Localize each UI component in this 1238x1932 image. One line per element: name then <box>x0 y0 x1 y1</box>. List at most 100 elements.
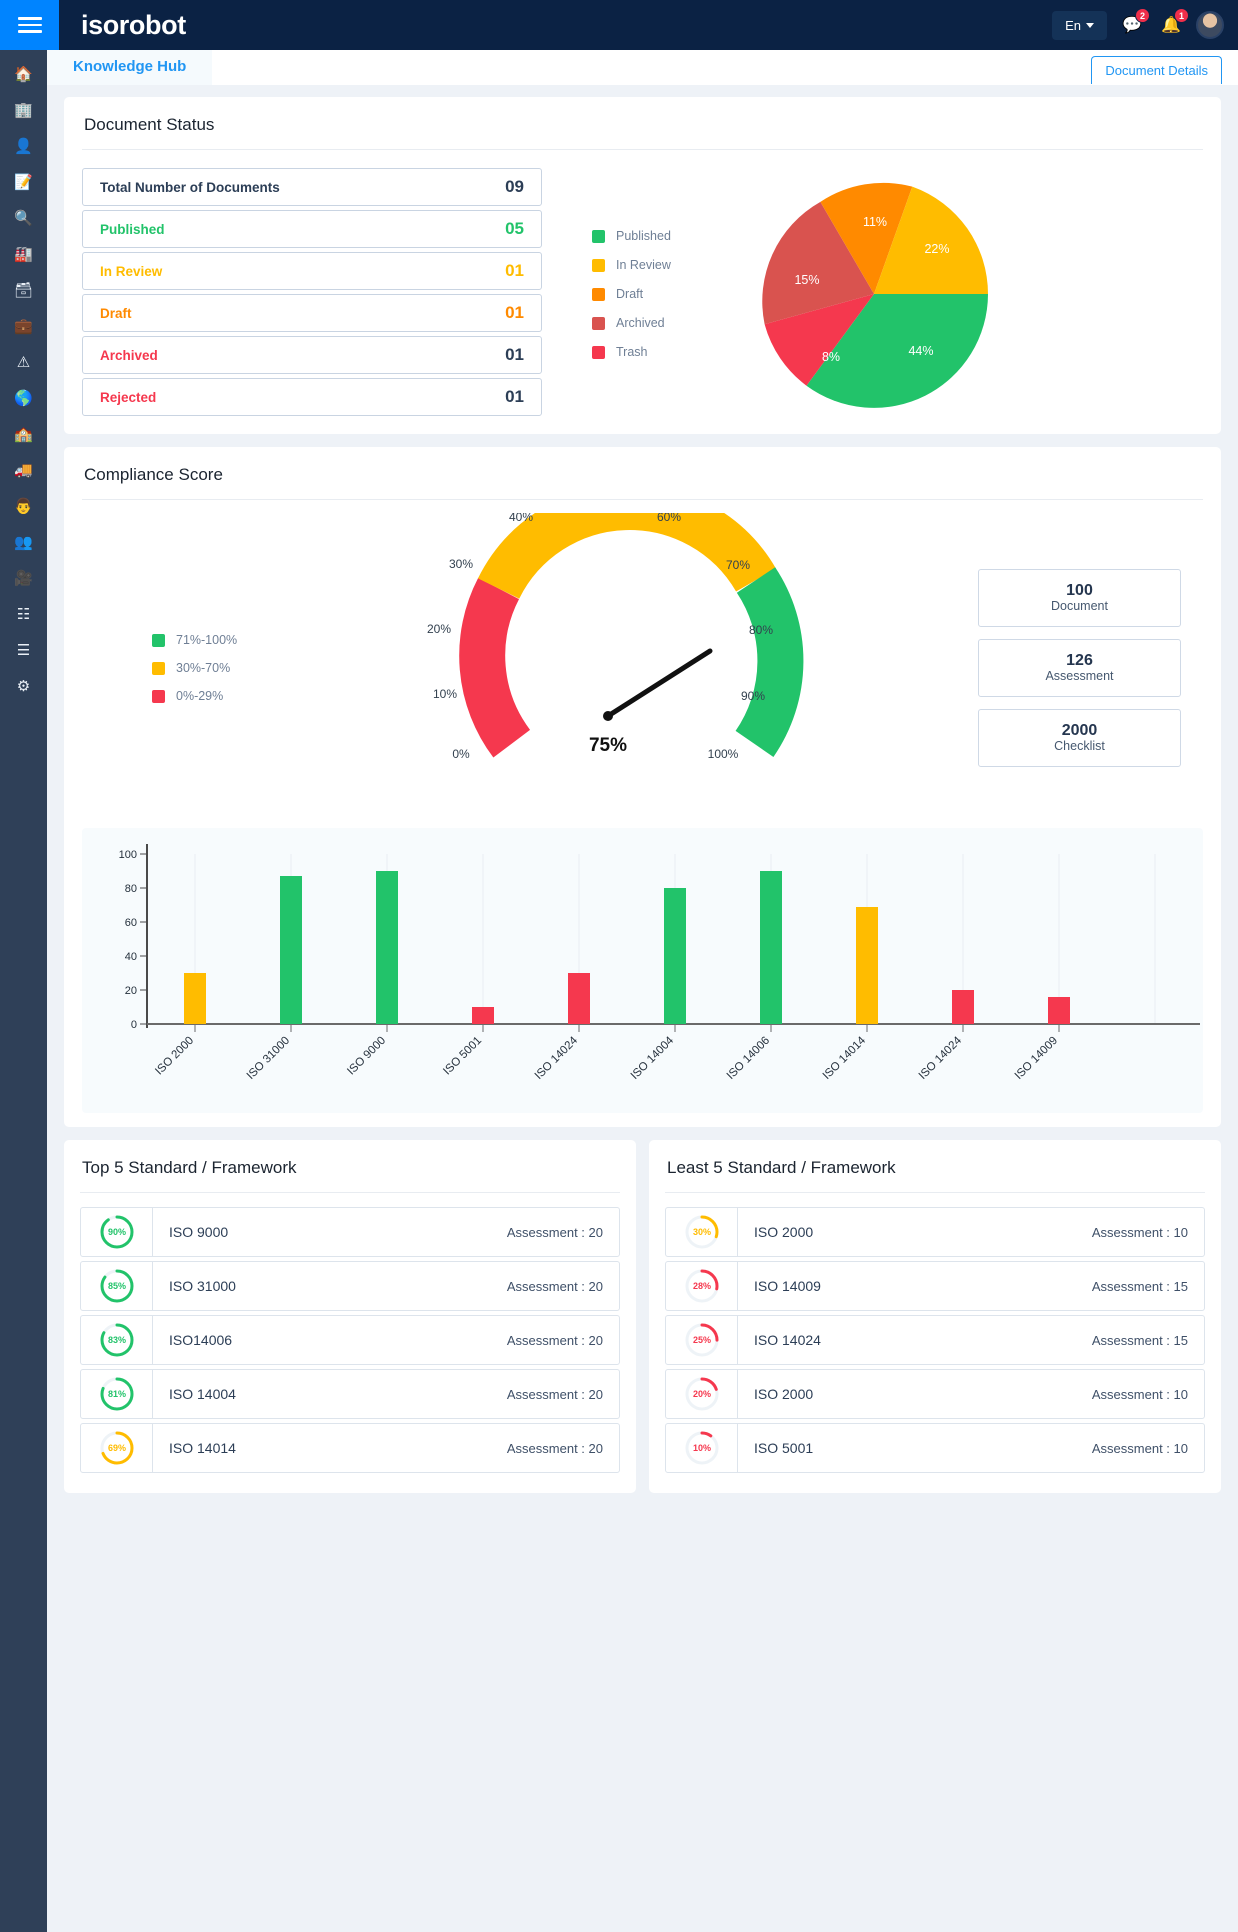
list-item[interactable]: 10% ISO 5001 Assessment : 10 <box>665 1423 1205 1473</box>
table-row[interactable]: Rejected 01 <box>82 378 542 416</box>
chat-badge: 2 <box>1135 8 1150 23</box>
sidebar-item-documents[interactable]: 🗃 <box>0 272 47 308</box>
notifications-button[interactable]: 🔔 1 <box>1157 8 1189 39</box>
tab-knowledge-hub[interactable]: Knowledge Hub <box>47 50 213 85</box>
document-status-list: Total Number of Documents 09 Published 0… <box>82 168 542 420</box>
language-selector[interactable]: En <box>1052 10 1107 40</box>
sidebar-item-training[interactable]: 🎥 <box>0 560 47 596</box>
document-status-body: Total Number of Documents 09 Published 0… <box>82 150 1203 420</box>
bar-iso-14014 <box>856 907 878 1024</box>
hamburger-menu-button[interactable] <box>0 0 59 50</box>
language-label: En <box>1065 17 1081 33</box>
svg-text:20: 20 <box>125 985 137 997</box>
list-item[interactable]: 30% ISO 2000 Assessment : 10 <box>665 1207 1205 1257</box>
list-item[interactable]: 28% ISO 14009 Assessment : 15 <box>665 1261 1205 1311</box>
legend-label: 30%-70% <box>176 661 231 675</box>
legend-swatch <box>152 633 165 647</box>
bar-iso-14006 <box>760 871 782 1024</box>
divider <box>665 1192 1205 1193</box>
chat-button[interactable]: 💬 2 <box>1118 8 1150 39</box>
top5-card: Top 5 Standard / Framework 90% ISO 9000 … <box>64 1140 636 1493</box>
x-tick-2: ISO 9000 <box>345 1035 388 1078</box>
avatar[interactable] <box>1196 11 1224 39</box>
assessment-count: Assessment : 10 <box>1091 1224 1188 1240</box>
x-tick-7: ISO 14014 <box>821 1034 869 1082</box>
assessment-count: Assessment : 20 <box>506 1386 603 1402</box>
ring-percent: 20% <box>692 1389 710 1399</box>
table-row[interactable]: In Review 01 <box>82 252 542 290</box>
sidebar-item-teams[interactable]: 👥 <box>0 524 47 560</box>
sidebar-item-operations[interactable]: 🏭 <box>0 236 47 272</box>
ring-svg: 81% <box>100 1377 133 1411</box>
pie-svg: 44% 8% 15% 11% 22% <box>762 182 988 408</box>
gauge-tick-30: 30% <box>448 557 472 571</box>
sidebar-item-home[interactable]: 🏠 <box>0 56 47 92</box>
list-item[interactable]: 81% ISO 14004 Assessment : 20 <box>80 1369 620 1419</box>
document-status-title: Document Status <box>84 115 215 134</box>
list-item[interactable]: 90% ISO 9000 Assessment : 20 <box>80 1207 620 1257</box>
bar-iso-14024b <box>952 990 974 1024</box>
list-icon: ☰ <box>16 642 31 659</box>
ring-percent: 28% <box>692 1281 710 1291</box>
list-item[interactable]: 85% ISO 31000 Assessment : 20 <box>80 1261 620 1311</box>
edit-list-icon: 📝 <box>14 174 33 191</box>
main-content: Document Status Total Number of Document… <box>47 85 1238 1932</box>
table-row[interactable]: Published 05 <box>82 210 542 248</box>
list-item: Published <box>592 229 732 243</box>
ring-percent: 10% <box>692 1443 710 1453</box>
gauge-tick-90: 90% <box>740 689 764 703</box>
table-row[interactable]: Total Number of Documents 09 <box>82 168 542 206</box>
progress-ring: 25% <box>666 1316 738 1364</box>
document-details-button[interactable]: Document Details <box>1091 56 1222 84</box>
list-item[interactable]: 83% ISO14006 Assessment : 20 <box>80 1315 620 1365</box>
sidebar-item-compliance[interactable]: 🌎 <box>0 380 47 416</box>
gauge-band-high <box>734 567 803 757</box>
sidebar-item-organization[interactable]: 🏢 <box>0 92 47 128</box>
compliance-score-card: Compliance Score 71%-100% 30%-70% 0%-29% <box>64 447 1221 1127</box>
assessment-count: Assessment : 20 <box>506 1278 603 1294</box>
list-item[interactable]: 20% ISO 2000 Assessment : 10 <box>665 1369 1205 1419</box>
pie-value-published: 44% <box>908 344 933 358</box>
assessment-count: Assessment : 20 <box>506 1224 603 1240</box>
document-status-pie-area: Published In Review Draft Archived Trash… <box>542 168 1203 420</box>
compliance-metrics: 100 Document 126 Assessment 2000 Checkli… <box>978 569 1203 767</box>
sidebar-item-tasks[interactable]: 📝 <box>0 164 47 200</box>
sidebar: 🏠 🏢 👤 📝 🔍 🏭 🗃 💼 ⚠ 🌎 🏫 🚚 👨 👥 🎥 ☷ ☰ ⚙ <box>0 50 47 1932</box>
bar-iso-5001 <box>472 1007 494 1024</box>
ring-percent: 30% <box>692 1227 710 1237</box>
metric-label: Checklist <box>1054 739 1105 754</box>
document-status-pie-chart: 44% 8% 15% 11% 22% <box>760 180 988 408</box>
gauge-value-label: 75% <box>588 735 626 756</box>
sidebar-item-risk[interactable]: ⚠ <box>0 344 47 380</box>
sidebar-item-search[interactable]: 🔍 <box>0 200 47 236</box>
gauge-tick-40: 40% <box>508 513 532 524</box>
svg-text:100: 100 <box>119 849 137 861</box>
bar-iso-14004 <box>664 888 686 1024</box>
sidebar-item-projects[interactable]: 💼 <box>0 308 47 344</box>
sidebar-item-supply[interactable]: 🚚 <box>0 452 47 488</box>
sidebar-item-audit[interactable]: 👨 <box>0 488 47 524</box>
gauge-tick-60: 60% <box>656 513 680 524</box>
legend-swatch <box>152 689 165 703</box>
ring-svg: 85% <box>100 1269 133 1303</box>
pie-value-trash: 8% <box>822 350 840 364</box>
metric-card-checklist[interactable]: 2000 Checklist <box>978 709 1181 767</box>
list-item: 71%-100% <box>152 633 287 647</box>
gauge-legend: 71%-100% 30%-70% 0%-29% <box>82 633 287 703</box>
gauge-tick-100: 100% <box>707 747 738 761</box>
sidebar-item-settings[interactable]: ⚙ <box>0 668 47 704</box>
pie-value-inreview: 22% <box>924 242 949 256</box>
list-item[interactable]: 69% ISO 14014 Assessment : 20 <box>80 1423 620 1473</box>
sidebar-item-hierarchy[interactable]: ☷ <box>0 596 47 632</box>
table-row[interactable]: Draft 01 <box>82 294 542 332</box>
list-item[interactable]: 25% ISO 14024 Assessment : 15 <box>665 1315 1205 1365</box>
sidebar-item-reports[interactable]: ☰ <box>0 632 47 668</box>
sidebar-item-facilities[interactable]: 🏫 <box>0 416 47 452</box>
sidebar-item-users[interactable]: 👤 <box>0 128 47 164</box>
x-tick-5: ISO 14004 <box>629 1034 677 1082</box>
legend-label: In Review <box>616 258 671 272</box>
legend-swatch <box>592 345 605 359</box>
metric-card-assessment[interactable]: 126 Assessment <box>978 639 1181 697</box>
metric-card-document[interactable]: 100 Document <box>978 569 1181 627</box>
table-row[interactable]: Archived 01 <box>82 336 542 374</box>
